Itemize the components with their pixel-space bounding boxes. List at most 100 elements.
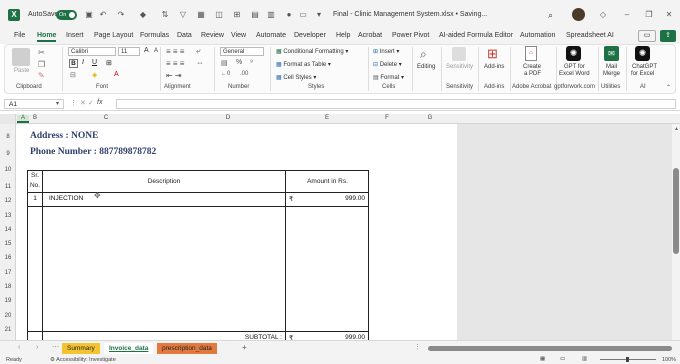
normal-view-icon[interactable]: ▦ [540,356,545,362]
create-pdf-label-2[interactable]: a PDF [524,71,541,77]
align-left-icon[interactable]: ≡ ≡ ≡ [166,58,184,69]
addins-icon[interactable]: ⊞ [487,47,498,61]
add-sheet-button[interactable]: + [242,343,247,352]
format-cells-button[interactable]: ▤ Format ▾ [373,74,404,81]
zoom-slider-thumb[interactable] [626,357,629,362]
paste-icon[interactable] [12,48,30,66]
borders-icon[interactable]: ▦ [196,10,206,20]
indent-icon[interactable]: ⇤ ⇥ [166,70,182,81]
scroll-up-icon[interactable]: ▲ [674,126,679,132]
increase-decimal-icon[interactable]: ←0 [221,71,230,77]
row-header[interactable]: 17 [0,270,16,276]
align-top-icon[interactable]: ≡ ≡ ≡ [166,46,184,57]
tab-page-layout[interactable]: Page Layout [94,32,133,39]
editing-button[interactable]: Editing [417,64,435,70]
gpt-label-1[interactable]: GPT for [564,64,585,70]
tab-formulas[interactable]: Formulas [140,32,169,39]
sheet-tab-invoice-data[interactable]: Invoice_data [104,343,154,354]
tab-acrobat[interactable]: Acrobat [358,32,382,39]
merge-center-icon[interactable]: ⇔ [196,58,204,67]
select-all-button[interactable] [0,114,16,124]
number-format-select[interactable]: General [220,47,264,56]
row-header[interactable]: 19 [0,298,16,304]
tab-view[interactable]: View [231,32,246,39]
row-header[interactable]: 20 [0,313,16,319]
chatgpt-label-1[interactable]: ChatGPT [632,64,657,70]
fill-color-icon[interactable]: ◆ [138,10,148,20]
conditional-formatting-button[interactable]: ▦ Conditional Formatting ▾ [276,48,348,55]
cell-styles-button[interactable]: ▦ Cell Styles ▾ [276,74,316,81]
row-header[interactable]: 12 [0,198,16,204]
tab-ai-formula-editor[interactable]: AI-aided Formula Editor [439,32,513,39]
row-header[interactable]: 9 [0,151,16,157]
tab-power-pivot[interactable]: Power Pivot [392,32,429,39]
accessibility-status[interactable]: ⚙ Accessibility: Investigate [50,357,116,363]
merge-icon[interactable]: ⊞ [232,10,242,20]
chatgpt-label-2[interactable]: for Excel [631,71,654,77]
row-header[interactable]: 13 [0,213,16,219]
borders-button[interactable]: ⊞ [106,59,112,67]
chatgpt-icon[interactable]: ✺ [635,46,650,61]
tab-developer[interactable]: Developer [294,32,326,39]
page-break-view-icon[interactable]: ▥ [582,356,587,362]
row-header[interactable]: 10 [0,167,16,173]
hscroll-options-icon[interactable]: ⋮ [414,343,421,351]
comments-button[interactable]: ▭ [638,30,656,42]
formula-bar-menu-icon[interactable]: ⋮ [70,99,77,107]
row-header[interactable]: 16 [0,255,16,261]
print-icon[interactable]: ▭ [298,10,308,20]
name-box[interactable]: A1 [4,99,64,109]
gpt-label-2[interactable]: Excel Word [559,71,590,77]
sort-icon[interactable]: ⇅ [160,10,170,20]
tab-file[interactable]: File [14,32,25,39]
tab-help[interactable]: Help [336,32,350,39]
diamond-icon[interactable]: ◇ [598,10,608,20]
sheet-tab-prescription-data[interactable]: prescription_data [157,343,217,354]
tab-automation[interactable]: Automation [520,32,555,39]
avatar[interactable] [572,8,585,21]
undo-icon[interactable]: ↶ [98,10,108,20]
sensitivity-button[interactable]: Sensitivity [446,64,473,70]
column-header-d[interactable]: D [171,115,285,121]
format-as-table-button[interactable]: ▦ Format as Table ▾ [276,61,331,68]
minimize-icon[interactable]: – [622,10,632,20]
copy-icon[interactable]: ❐ [38,60,45,69]
row-header[interactable]: 14 [0,227,16,233]
font-name-select[interactable]: Calibri [68,47,116,56]
page-layout-view-icon[interactable]: ▭ [560,356,565,362]
mail-merge-label-1[interactable]: Mail [606,64,617,70]
insert-function-button[interactable]: fx [97,99,102,106]
sensitivity-icon[interactable] [452,47,466,61]
search-icon[interactable]: ⌕ [548,10,553,21]
insert-cells-button[interactable]: ⊞ Insert ▾ [373,48,399,55]
formula-input[interactable] [116,99,676,109]
grid-icon[interactable]: ▥ [266,10,276,20]
name-box-dropdown-icon[interactable]: ▾ [56,100,59,107]
mail-merge-label-2[interactable]: Merge [603,71,620,77]
customize-qat-icon[interactable]: ▾ [314,10,324,20]
gpt-icon[interactable]: ✺ [566,46,581,61]
redo-icon[interactable]: ↷ [116,10,126,20]
vertical-scroll-thumb[interactable] [673,168,679,254]
paste-button[interactable]: Paste [14,68,29,74]
decrease-decimal-icon[interactable]: .00 [240,71,248,77]
horizontal-scrollbar[interactable] [428,346,672,351]
column-header-c[interactable]: C [41,115,171,121]
table-icon[interactable]: ▤ [250,10,260,20]
decrease-font-icon[interactable]: A [154,48,158,54]
mail-merge-icon[interactable]: ✉ [604,46,619,61]
underline-button[interactable]: U [92,59,97,66]
autosave-toggle[interactable]: On [56,10,77,20]
filter-icon[interactable]: ▽ [178,10,188,20]
increase-font-icon[interactable]: A [144,47,149,54]
border-icon[interactable]: ⊟ [70,71,76,79]
column-header-a[interactable]: A [17,115,29,123]
column-header-f[interactable]: F [369,115,405,121]
font-color-button[interactable]: A [114,71,119,78]
row-header[interactable]: 11 [0,184,16,190]
tab-spreadsheet-ai[interactable]: Spreadsheet AI [566,32,614,39]
delete-cells-button[interactable]: ⊟ Delete ▾ [373,61,402,68]
cancel-icon[interactable]: ✕ [80,99,86,107]
share-button[interactable]: ⇪ [660,30,676,42]
row-header[interactable]: 8 [0,134,16,140]
